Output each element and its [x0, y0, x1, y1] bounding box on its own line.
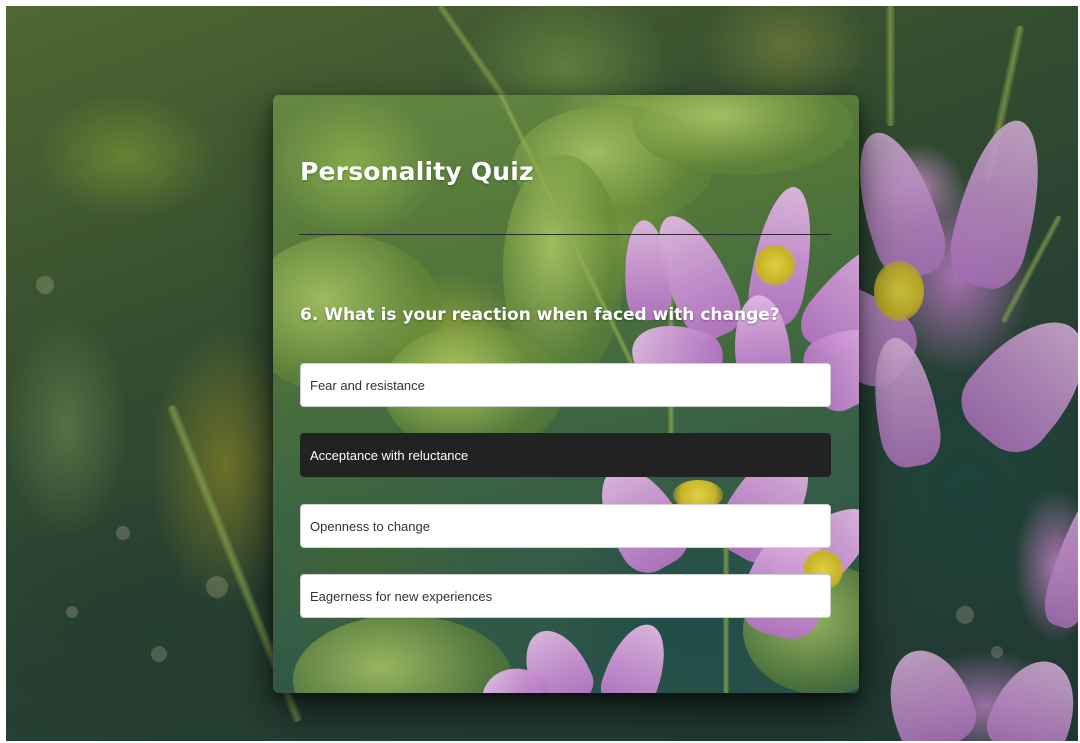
answer-option-eagerness[interactable]: Eagerness for new experiences [300, 574, 831, 618]
question-text: 6. What is your reaction when faced with… [300, 305, 780, 325]
quiz-card: Personality Quiz 6. What is your reactio… [273, 95, 859, 693]
answer-option-label: Eagerness for new experiences [310, 588, 493, 604]
answer-option-fear[interactable]: Fear and resistance [300, 363, 831, 407]
answer-option-label: Openness to change [310, 518, 430, 534]
quiz-page: Personality Quiz 6. What is your reactio… [0, 0, 1080, 743]
answer-option-openness[interactable]: Openness to change [300, 504, 831, 548]
answer-option-label: Acceptance with reluctance [310, 447, 469, 463]
title-divider [299, 234, 831, 235]
answer-option-label: Fear and resistance [310, 377, 425, 393]
quiz-title: Personality Quiz [300, 157, 534, 186]
answer-option-acceptance[interactable]: Acceptance with reluctance [300, 433, 831, 477]
